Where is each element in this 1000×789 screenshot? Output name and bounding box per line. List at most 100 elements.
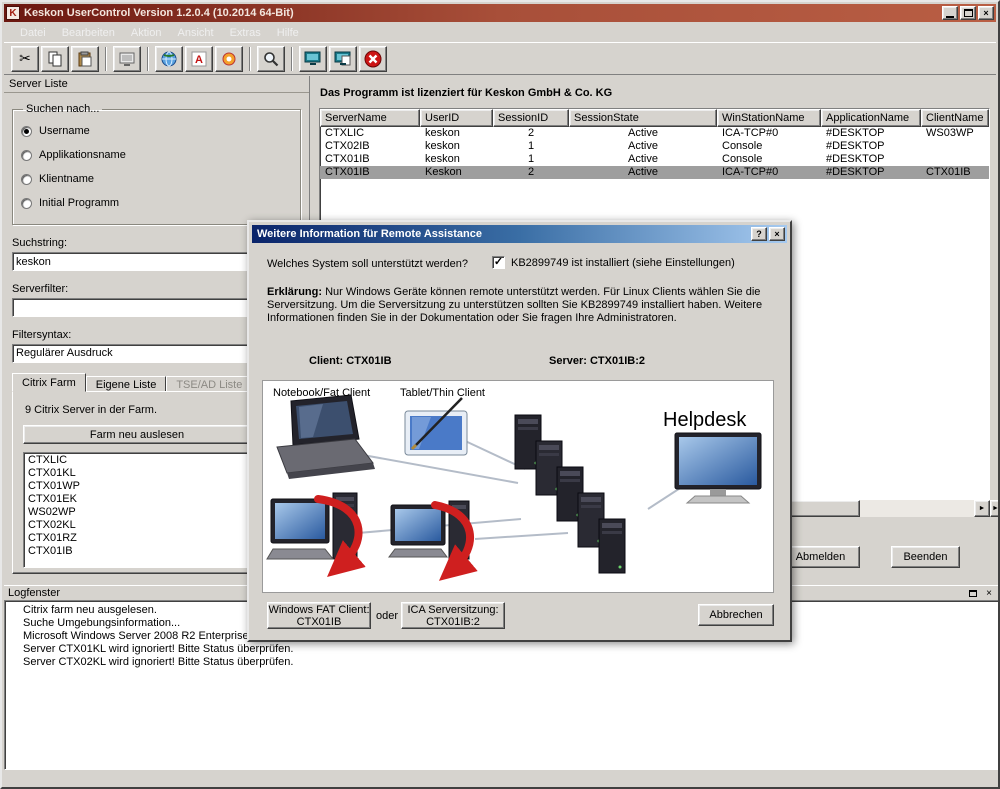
radio-klientname[interactable]: Klientname [21, 167, 294, 191]
column-header-winstationname[interactable]: WinStationName [717, 109, 821, 127]
globe-button[interactable] [155, 46, 183, 72]
session-view-button[interactable] [329, 46, 357, 72]
farm-reload-button[interactable]: Farm neu auslesen [23, 425, 251, 444]
log-float-button[interactable] [966, 587, 980, 600]
paste-button[interactable] [71, 46, 99, 72]
copy-button[interactable] [41, 46, 69, 72]
dialog-question: Welches System soll unterstützt werden? [267, 258, 468, 270]
log-close-button[interactable]: × [982, 587, 996, 600]
radio-klientname-icon [21, 174, 32, 185]
tab-eigene-liste[interactable]: Eigene Liste [86, 376, 167, 392]
pdf-export-icon: A [191, 51, 207, 67]
serverfilter-input[interactable] [12, 298, 286, 317]
cell-sessionstate: Active [569, 153, 717, 166]
radio-username[interactable]: Username [21, 119, 294, 143]
column-header-sessionid[interactable]: SessionID [493, 109, 569, 127]
app-icon: K [6, 6, 20, 20]
menu-bar: Datei Bearbeiten Aktion Ansicht Extras H… [4, 23, 996, 42]
menu-extras[interactable]: Extras [222, 25, 269, 41]
checkbox-icon: ✓ [492, 256, 505, 269]
abbrechen-button[interactable]: Abbrechen [698, 604, 774, 626]
menu-aktion[interactable]: Aktion [123, 25, 170, 41]
menu-ansicht[interactable]: Ansicht [169, 25, 221, 41]
search-group-title: Suchen nach... [23, 103, 102, 115]
cut-button[interactable]: ✂ [11, 46, 39, 72]
close-button[interactable]: × [978, 6, 994, 20]
table-row-selected[interactable]: CTX01IB Keskon 2 Active ICA-TCP#0 #DESKT… [320, 166, 989, 179]
session-table-header: ServerName UserID SessionID SessionState… [320, 109, 989, 127]
radio-initial-programm-label: Initial Programm [39, 197, 119, 209]
radio-applikationsname[interactable]: Applikationsname [21, 143, 294, 167]
close-icon: × [983, 7, 988, 19]
session-close-button[interactable] [359, 46, 387, 72]
minimize-button[interactable] [942, 6, 958, 20]
screen-capture-button[interactable] [113, 46, 141, 72]
record-button[interactable] [215, 46, 243, 72]
remote-assistance-dialog: Weitere Information für Remote Assistanc… [247, 220, 792, 642]
paste-icon [77, 51, 93, 67]
menu-hilfe[interactable]: Hilfe [269, 25, 307, 41]
minimize-icon [946, 16, 954, 18]
tab-tse-ad-liste[interactable]: TSE/AD Liste [166, 376, 252, 392]
window-title: Keskon UserControl Version 1.2.0.4 (10.2… [24, 7, 940, 19]
dialog-close-button[interactable]: × [769, 227, 785, 241]
table-row[interactable]: CTXLIC keskon 2 Active ICA-TCP#0 #DESKTO… [320, 127, 989, 140]
list-item[interactable]: CTX01WP [24, 480, 250, 493]
filtersyntax-value: Regulärer Ausdruck [13, 345, 268, 362]
table-row[interactable]: CTX02IB keskon 1 Active Console #DESKTOP [320, 140, 989, 153]
kb-installed-label: KB2899749 ist installiert (siehe Einstel… [511, 257, 735, 269]
citrix-farm-tab-content: 9 Citrix Server in der Farm. Farm neu au… [12, 391, 262, 574]
radio-initial-programm[interactable]: Initial Programm [21, 191, 294, 215]
abmelden-button[interactable]: Abmelden [781, 546, 860, 568]
list-item[interactable]: CTX02KL [24, 519, 250, 532]
table-row[interactable]: CTX01IB keskon 1 Active Console #DESKTOP [320, 153, 989, 166]
menu-bearbeiten[interactable]: Bearbeiten [54, 25, 123, 41]
list-item[interactable]: WS02WP [24, 506, 250, 519]
title-bar: K Keskon UserControl Version 1.2.0.4 (10… [4, 4, 996, 22]
search-button[interactable] [257, 46, 285, 72]
column-header-userid[interactable]: UserID [420, 109, 493, 127]
column-header-sessionstate[interactable]: SessionState [569, 109, 717, 127]
menu-datei[interactable]: Datei [12, 25, 54, 41]
cell-sessionid: 2 [493, 166, 569, 179]
filtersyntax-select[interactable]: Regulärer Ausdruck ▼ [12, 344, 286, 363]
list-item[interactable]: CTX01RZ [24, 532, 250, 545]
cell-userid: keskon [420, 127, 493, 140]
cell-sessionid: 1 [493, 140, 569, 153]
panel-scroll-right-button[interactable]: ► [990, 500, 1000, 517]
cell-clientname [921, 140, 990, 153]
beenden-button[interactable]: Beenden [891, 546, 960, 568]
log-line: Server CTX02KL wird ignoriert! Bitte Sta… [23, 656, 995, 669]
maximize-button[interactable] [960, 6, 976, 20]
suchstring-input[interactable] [12, 252, 286, 271]
list-item[interactable]: CTXLIC [24, 454, 250, 467]
main-window: K Keskon UserControl Version 1.2.0.4 (10… [0, 0, 1000, 789]
list-item[interactable]: CTX01KL [24, 467, 250, 480]
globe-icon [161, 51, 177, 67]
list-item[interactable]: CTX01IB [24, 545, 250, 558]
column-header-applicationname[interactable]: ApplicationName [821, 109, 921, 127]
cell-servername: CTX01IB [320, 153, 420, 166]
toolbar: ✂ A [4, 42, 996, 75]
fat-client-button[interactable]: Windows FAT Client: CTX01IB [267, 602, 371, 629]
column-header-servername[interactable]: ServerName [320, 109, 420, 127]
search-group: Suchen nach... Username Applikationsname… [12, 103, 301, 225]
kb-installed-checkbox[interactable]: ✓ KB2899749 ist installiert (siehe Einst… [492, 256, 735, 269]
pdf-export-button[interactable]: A [185, 46, 213, 72]
scroll-right-button[interactable]: ► [974, 500, 990, 517]
radio-applikationsname-label: Applikationsname [39, 149, 126, 161]
ica-session-button[interactable]: ICA Serversitzung: CTX01IB:2 [401, 602, 505, 629]
dialog-help-button[interactable]: ? [751, 227, 767, 241]
cell-sessionid: 1 [493, 153, 569, 166]
list-item[interactable]: CTX01EK [24, 493, 250, 506]
record-icon [221, 51, 237, 67]
ica-session-line2: CTX01IB:2 [426, 616, 480, 628]
tablet-label: Tablet/Thin Client [400, 387, 485, 399]
column-header-clientname[interactable]: ClientName [921, 109, 989, 127]
session-view-icon [334, 51, 352, 66]
cell-clientname: CTX01IB [921, 166, 990, 179]
server-listbox[interactable]: CTXLIC CTX01KL CTX01WP CTX01EK WS02WP CT… [23, 452, 251, 568]
tab-citrix-farm[interactable]: Citrix Farm [12, 373, 86, 392]
notebook-label: Notebook/Fat Client [273, 387, 370, 399]
session-connect-button[interactable] [299, 46, 327, 72]
